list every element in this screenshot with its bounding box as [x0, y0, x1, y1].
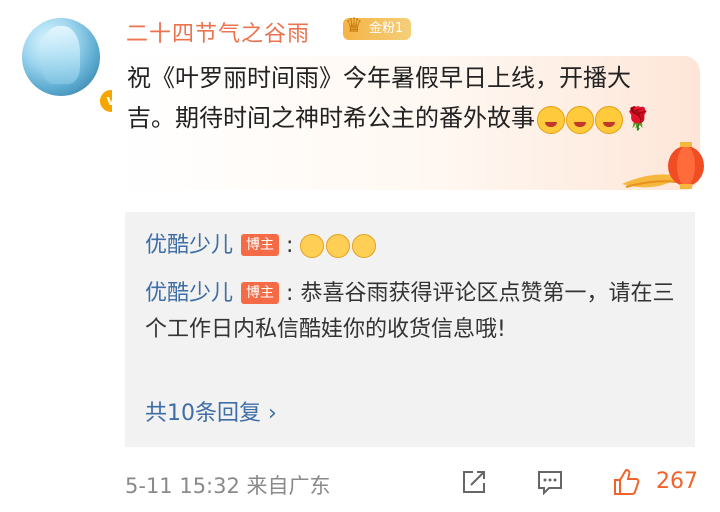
emoji-icon — [537, 105, 565, 134]
reply-author[interactable]: 优酷少儿 — [145, 281, 233, 306]
reply-item[interactable]: 优酷少儿 博主 : — [145, 228, 675, 264]
comment-meta: 5-11 15:32 来自广东 — [125, 470, 331, 500]
fan-badge[interactable]: ♛ 金粉1 — [343, 14, 412, 40]
host-badge: 博主 — [241, 234, 280, 256]
reply-separator: : — [286, 281, 294, 306]
reply-separator: : — [286, 233, 294, 258]
emoji-icon — [566, 105, 594, 134]
crown-icon: ♛ — [345, 13, 363, 37]
emoji-icon — [352, 234, 377, 258]
more-replies-link[interactable]: 共10条回复 › — [145, 395, 277, 427]
timestamp: 5-11 15:32 — [125, 474, 240, 498]
share-icon[interactable] — [459, 467, 489, 497]
reply-item[interactable]: 优酷少儿 博主 : 恭喜谷雨获得评论区点赞第一，请在三个工作日内私信酷娃你的收货信… — [145, 276, 675, 348]
like-count: 267 — [656, 469, 698, 494]
like-icon[interactable] — [611, 467, 641, 497]
emoji-icon — [595, 105, 623, 134]
comment-text: 祝《叶罗丽时间雨》今年暑假早日上线，开播大吉。期待时间之神时希公主的番外故事 🌹 — [127, 58, 675, 140]
reply-author[interactable]: 优酷少儿 — [145, 233, 233, 258]
username[interactable]: 二十四节气之谷雨 — [126, 16, 310, 48]
emoji-icon — [326, 234, 351, 258]
location: 来自广东 — [246, 474, 331, 498]
emoji-icon — [300, 234, 325, 258]
avatar-figure — [42, 26, 80, 84]
lantern-decoration-icon — [622, 142, 704, 189]
comment-icon[interactable] — [535, 467, 565, 497]
avatar[interactable]: v — [22, 18, 124, 114]
fan-badge-label: 金粉1 — [369, 21, 404, 36]
host-badge: 博主 — [241, 282, 280, 304]
